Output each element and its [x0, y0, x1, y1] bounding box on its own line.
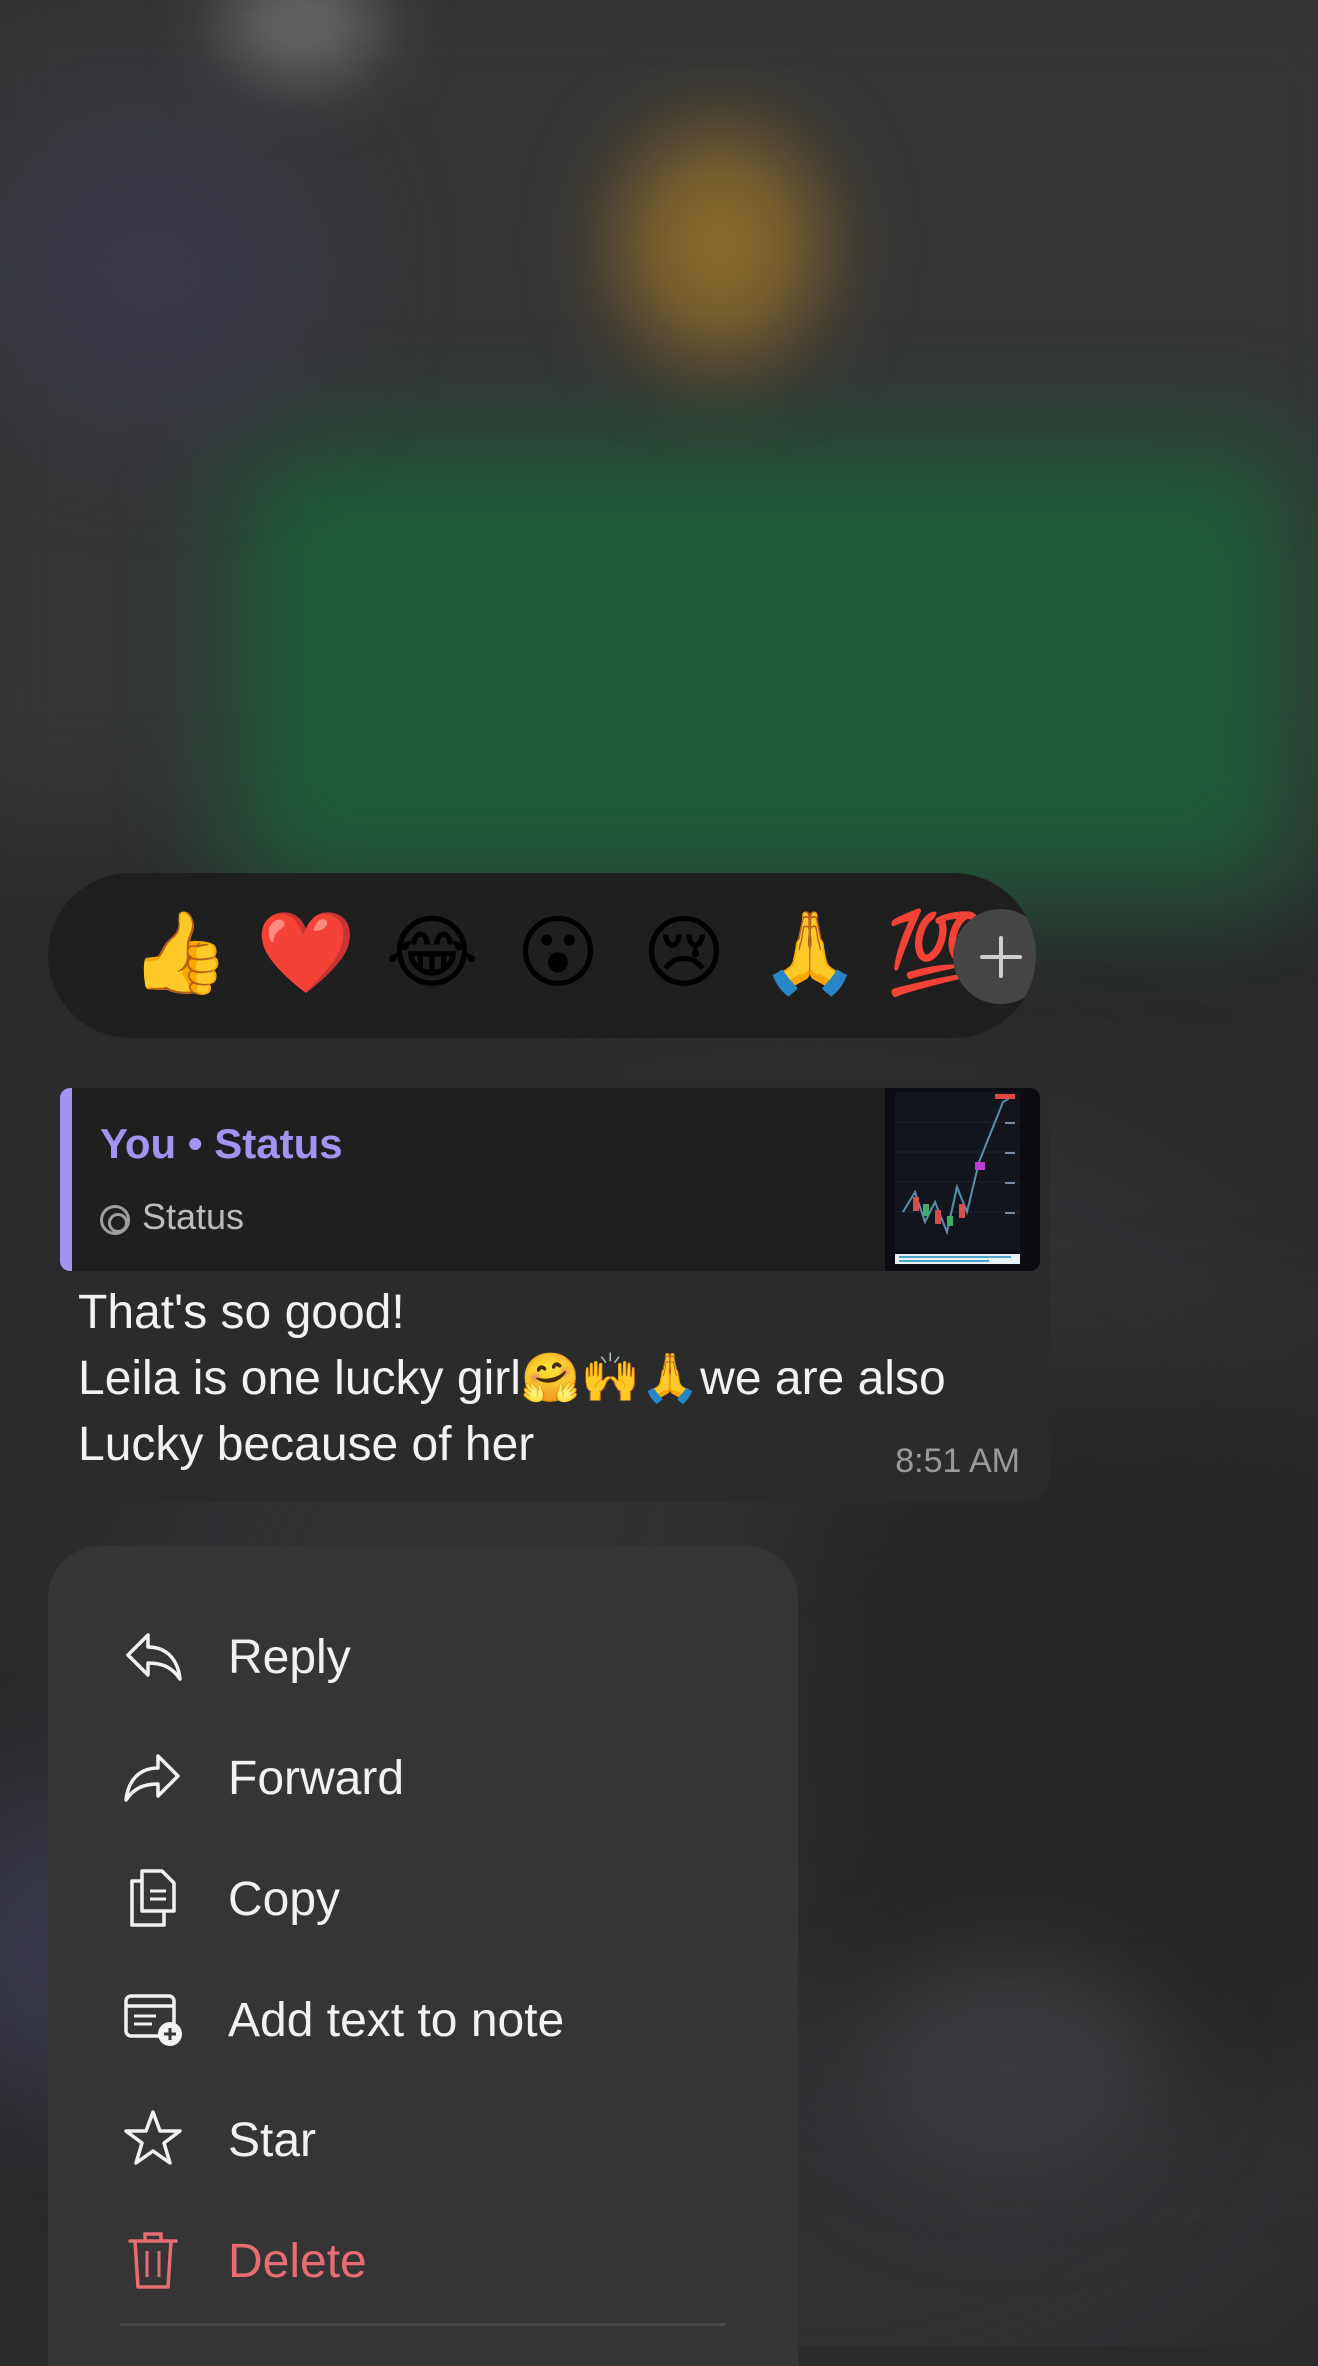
crying-reaction[interactable]: 😢 [634, 903, 734, 1003]
menu-item-copy[interactable]: Copy [48, 1840, 798, 1960]
quote-accent-bar [60, 1088, 72, 1271]
quote-subtitle: Status [100, 1196, 244, 1238]
star-icon [124, 2110, 182, 2165]
forward-label: Forward [228, 1752, 405, 1805]
menu-item-reply[interactable]: Reply [48, 1598, 798, 1718]
menu-item-add-note[interactable]: Add text to note [48, 1961, 798, 2081]
message-line-1: That's so good! [78, 1286, 405, 1339]
context-menu: Reply Forward Copy Add text to note Star… [48, 1546, 798, 2366]
reply-icon [126, 1633, 182, 1681]
message-bubble[interactable]: You • Status Status That's so good! Leil… [58, 1078, 1050, 1502]
status-icon [100, 1205, 130, 1235]
menu-item-delete[interactable]: Delete [48, 2202, 798, 2322]
add-note-icon [124, 1994, 182, 2046]
pray-reaction[interactable]: 🙏 [760, 903, 860, 1003]
quoted-status[interactable]: You • Status Status [60, 1088, 1040, 1271]
copy-label: Copy [228, 1873, 341, 1926]
laugh-reaction[interactable]: 😂 [382, 903, 482, 1003]
reaction-bar: 👍 ❤️ 😂 😮 😢 🙏 💯 [48, 873, 1036, 1038]
message-text: That's so good! Leila is one lucky girl🤗… [78, 1280, 1038, 1478]
add-note-label: Add text to note [228, 1994, 565, 2047]
trash-icon [128, 2232, 178, 2289]
heart-reaction[interactable]: ❤️ [256, 903, 356, 1003]
copy-icon [130, 1869, 176, 1927]
menu-divider [120, 2323, 725, 2326]
delete-label: Delete [228, 2235, 367, 2288]
quote-subtitle-text: Status [142, 1196, 245, 1237]
star-label: Star [228, 2114, 317, 2167]
message-line-2: Leila is one lucky girl🤗🙌🙏we are also [78, 1352, 946, 1405]
status-thumbnail [885, 1088, 1040, 1271]
surprised-reaction[interactable]: 😮 [508, 903, 608, 1003]
message-line-3: Lucky because of her [78, 1418, 535, 1471]
menu-item-star[interactable]: Star [48, 2081, 798, 2201]
menu-item-forward[interactable]: Forward [48, 1719, 798, 1839]
reply-label: Reply [228, 1631, 351, 1684]
quote-title: You • Status [100, 1120, 343, 1167]
forward-icon [124, 1754, 180, 1802]
message-timestamp: 8:51 AM [895, 1442, 1020, 1480]
thumbs-up-reaction[interactable]: 👍 [130, 903, 230, 1003]
